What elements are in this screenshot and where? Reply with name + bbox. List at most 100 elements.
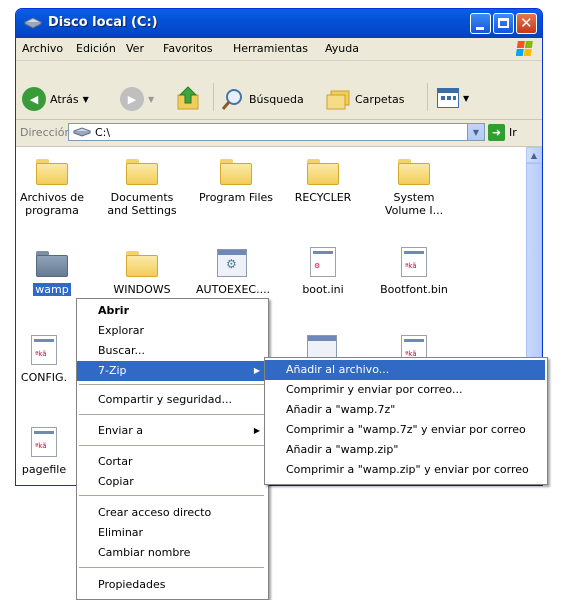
file-item[interactable]: RECYCLER bbox=[287, 159, 359, 204]
zip-add-7z[interactable]: Añadir a "wamp.7z" bbox=[265, 400, 545, 420]
submenu-arrow-icon: ▶ bbox=[253, 426, 260, 435]
file-label: System Volume I... bbox=[384, 191, 444, 217]
app-window-icon: ⚙ bbox=[217, 249, 247, 277]
zip-compress-email[interactable]: Comprimir y enviar por correo... bbox=[265, 380, 545, 400]
ctx-item-compartir[interactable]: Compartir y seguridad... bbox=[77, 390, 266, 410]
ctx-item-7zip[interactable]: 7-Zip ▶ bbox=[77, 361, 266, 381]
ctx-item-cambiar-nombre[interactable]: Cambiar nombre bbox=[77, 543, 266, 563]
file-item[interactable]: ªkã Bootfont.bin bbox=[378, 247, 450, 296]
folders-button[interactable]: Carpetas bbox=[325, 87, 404, 111]
window-title: Disco local (C:) bbox=[48, 15, 158, 30]
menu-herramientas[interactable]: Herramientas bbox=[233, 42, 308, 55]
title-bar[interactable]: Disco local (C:) ✕ bbox=[16, 9, 542, 38]
document-icon: ªkã bbox=[401, 247, 427, 277]
ini-file-icon: ⚙ bbox=[310, 247, 336, 277]
file-label: CONFIG. bbox=[20, 371, 68, 384]
document-icon: ªkã bbox=[31, 427, 57, 457]
file-label: Program Files bbox=[198, 191, 274, 204]
maximize-button[interactable] bbox=[493, 13, 514, 34]
address-dropdown-icon[interactable]: ▼ bbox=[467, 124, 484, 140]
up-folder-icon bbox=[176, 85, 202, 111]
up-folder-button[interactable] bbox=[176, 85, 202, 111]
file-item[interactable]: ⚙ boot.ini bbox=[287, 247, 359, 296]
ctx-item-eliminar[interactable]: Eliminar bbox=[77, 523, 266, 543]
address-label: Dirección bbox=[20, 126, 72, 139]
back-dropdown-icon[interactable]: ▼ bbox=[83, 95, 89, 104]
ctx-item-cortar[interactable]: Cortar bbox=[77, 452, 266, 472]
folder-icon bbox=[398, 159, 430, 185]
folder-icon bbox=[220, 159, 252, 185]
file-item[interactable]: ⚙ AUTOEXEC.... bbox=[196, 249, 271, 296]
scroll-up-icon[interactable]: ▲ bbox=[526, 147, 542, 163]
folder-icon bbox=[126, 159, 158, 185]
folders-icon bbox=[325, 87, 351, 111]
file-item[interactable]: ªkã CONFIG. bbox=[16, 335, 72, 384]
file-item-selected[interactable]: wamp bbox=[16, 251, 88, 296]
file-label: Bootfont.bin bbox=[380, 283, 448, 296]
back-label: Atrás bbox=[50, 92, 79, 106]
ctx-separator bbox=[79, 495, 264, 496]
file-item[interactable]: ªkã pagefile bbox=[16, 427, 72, 476]
zip-compress-7z-email[interactable]: Comprimir a "wamp.7z" y enviar por corre… bbox=[265, 420, 545, 440]
menu-archivo[interactable]: Archivo bbox=[22, 42, 63, 55]
drive-icon bbox=[23, 16, 43, 30]
file-label: Archivos de programa bbox=[19, 191, 85, 217]
minimize-icon bbox=[476, 27, 484, 30]
address-field[interactable]: C:\ ▼ bbox=[68, 123, 485, 141]
folders-label: Carpetas bbox=[355, 92, 405, 106]
search-button[interactable]: Búsqueda bbox=[221, 87, 304, 111]
ctx-item-abrir[interactable]: Abrir bbox=[77, 301, 266, 321]
file-label: AUTOEXEC.... bbox=[196, 283, 271, 296]
folder-icon bbox=[36, 159, 68, 185]
menu-favoritos[interactable]: Favoritos bbox=[163, 42, 213, 55]
go-label[interactable]: Ir bbox=[509, 126, 517, 139]
zip-compress-zip-email[interactable]: Comprimir a "wamp.zip" y enviar por corr… bbox=[265, 460, 545, 480]
forward-arrow-icon: ▶ bbox=[120, 87, 144, 111]
forward-dropdown-icon[interactable]: ▼ bbox=[148, 95, 154, 104]
address-bar: Dirección C:\ ▼ ➜ Ir bbox=[16, 120, 542, 147]
ctx-item-enviar[interactable]: Enviar a ▶ bbox=[77, 421, 266, 441]
file-item[interactable]: Archivos de programa bbox=[16, 159, 88, 217]
zip-add-zip[interactable]: Añadir a "wamp.zip" bbox=[265, 440, 545, 460]
file-item[interactable]: System Volume I... bbox=[378, 159, 450, 217]
menu-ayuda[interactable]: Ayuda bbox=[325, 42, 359, 55]
back-arrow-icon: ◀ bbox=[22, 87, 46, 111]
windows-logo-icon bbox=[515, 40, 536, 58]
views-icon bbox=[437, 88, 459, 108]
forward-button[interactable]: ▶ ▼ bbox=[120, 87, 154, 111]
folder-icon bbox=[36, 251, 68, 277]
maximize-icon bbox=[498, 18, 509, 28]
file-label: Documents and Settings bbox=[107, 191, 177, 217]
menu-ver[interactable]: Ver bbox=[126, 42, 144, 55]
ctx-item-enviar-label: Enviar a bbox=[98, 424, 143, 437]
ctx-item-explorar[interactable]: Explorar bbox=[77, 321, 266, 341]
back-button[interactable]: ◀ Atrás ▼ bbox=[22, 87, 89, 111]
file-label: boot.ini bbox=[302, 283, 344, 296]
views-button[interactable]: ▼ bbox=[437, 88, 469, 108]
file-label: pagefile bbox=[21, 463, 67, 476]
document-icon: ªkã bbox=[31, 335, 57, 365]
ctx-separator bbox=[79, 567, 264, 568]
close-icon: ✕ bbox=[520, 14, 533, 32]
views-dropdown-icon: ▼ bbox=[463, 93, 470, 103]
zip-add-to-archive[interactable]: Añadir al archivo... bbox=[265, 360, 545, 380]
go-arrow-icon[interactable]: ➜ bbox=[488, 124, 505, 141]
menu-edicion[interactable]: Edición bbox=[76, 42, 116, 55]
7zip-submenu: Añadir al archivo... Comprimir y enviar … bbox=[264, 357, 548, 485]
ctx-item-buscar[interactable]: Buscar... bbox=[77, 341, 266, 361]
folder-icon bbox=[126, 251, 158, 277]
context-menu: Abrir Explorar Buscar... 7-Zip ▶ Compart… bbox=[76, 298, 269, 600]
ctx-separator bbox=[79, 445, 264, 446]
ctx-item-copiar[interactable]: Copiar bbox=[77, 472, 266, 492]
close-button[interactable]: ✕ bbox=[516, 13, 537, 34]
file-item[interactable]: WINDOWS bbox=[106, 251, 178, 296]
file-label: WINDOWS bbox=[113, 283, 171, 296]
minimize-button[interactable] bbox=[470, 13, 491, 34]
file-item[interactable]: Program Files bbox=[196, 159, 276, 204]
ctx-item-crear-acceso[interactable]: Crear acceso directo bbox=[77, 503, 266, 523]
file-label: RECYCLER bbox=[294, 191, 352, 204]
file-item[interactable]: Documents and Settings bbox=[106, 159, 178, 217]
ctx-item-propiedades[interactable]: Propiedades bbox=[77, 575, 266, 595]
submenu-arrow-icon: ▶ bbox=[253, 366, 260, 375]
ctx-item-7zip-label: 7-Zip bbox=[98, 364, 127, 377]
